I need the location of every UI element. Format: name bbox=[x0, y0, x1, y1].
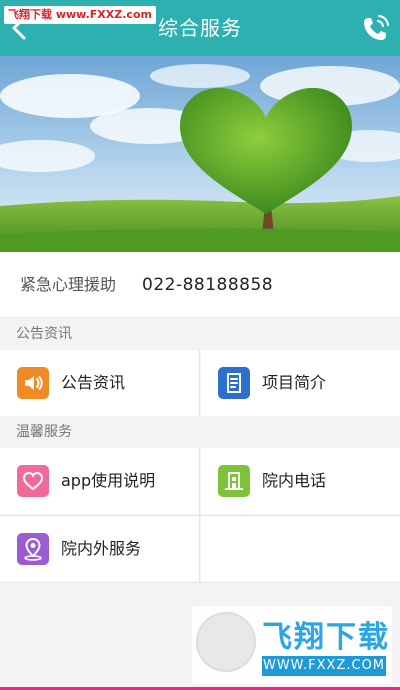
grid-item-label: 公告资讯 bbox=[61, 373, 126, 392]
grid-item-label: app使用说明 bbox=[61, 471, 156, 490]
watermark-label: 飞翔下载 www.FXXZ.com bbox=[4, 6, 156, 24]
heart-icon bbox=[17, 465, 49, 497]
location-pin-icon bbox=[17, 533, 49, 565]
grid-item-app-guide[interactable]: app使用说明 bbox=[0, 448, 199, 514]
banner-image bbox=[0, 56, 400, 252]
hotline-number[interactable]: 022-88188858 bbox=[142, 252, 273, 318]
grid-item-services[interactable]: 院内外服务 bbox=[0, 516, 199, 582]
watermark-url: WWW.FXXZ.COM bbox=[262, 656, 386, 676]
speaker-icon bbox=[17, 367, 49, 399]
grid-item-hospital-phone[interactable]: 院内电话 bbox=[201, 448, 400, 514]
divider bbox=[199, 350, 200, 416]
document-icon bbox=[218, 367, 250, 399]
grid-item-label: 院内电话 bbox=[262, 471, 327, 490]
hotline-label: 紧急心理援助 bbox=[20, 275, 117, 294]
grid-item-label: 项目简介 bbox=[262, 373, 327, 392]
watermark-logo: 飞翔下载 WWW.FXXZ.COM bbox=[192, 606, 392, 684]
watermark-logo-icon bbox=[196, 612, 256, 672]
grid-item-empty bbox=[201, 516, 400, 582]
app-header: 综合服务 飞翔下载 www.FXXZ.com bbox=[0, 0, 400, 56]
call-button[interactable] bbox=[360, 12, 392, 44]
emergency-hotline-row[interactable]: 紧急心理援助 022-88188858 bbox=[0, 252, 400, 318]
divider bbox=[0, 582, 400, 583]
heart-tree-illustration bbox=[0, 56, 400, 252]
grid-item-announcements[interactable]: 公告资讯 bbox=[0, 350, 199, 416]
phone-icon bbox=[364, 14, 390, 40]
building-icon bbox=[218, 465, 250, 497]
section-title-announcements: 公告资讯 bbox=[0, 318, 400, 350]
section-title-services: 温馨服务 bbox=[0, 416, 400, 448]
watermark-brand: 飞翔下载 bbox=[262, 620, 390, 655]
grid-item-project-intro[interactable]: 项目简介 bbox=[201, 350, 400, 416]
grid-item-label: 院内外服务 bbox=[61, 539, 142, 558]
